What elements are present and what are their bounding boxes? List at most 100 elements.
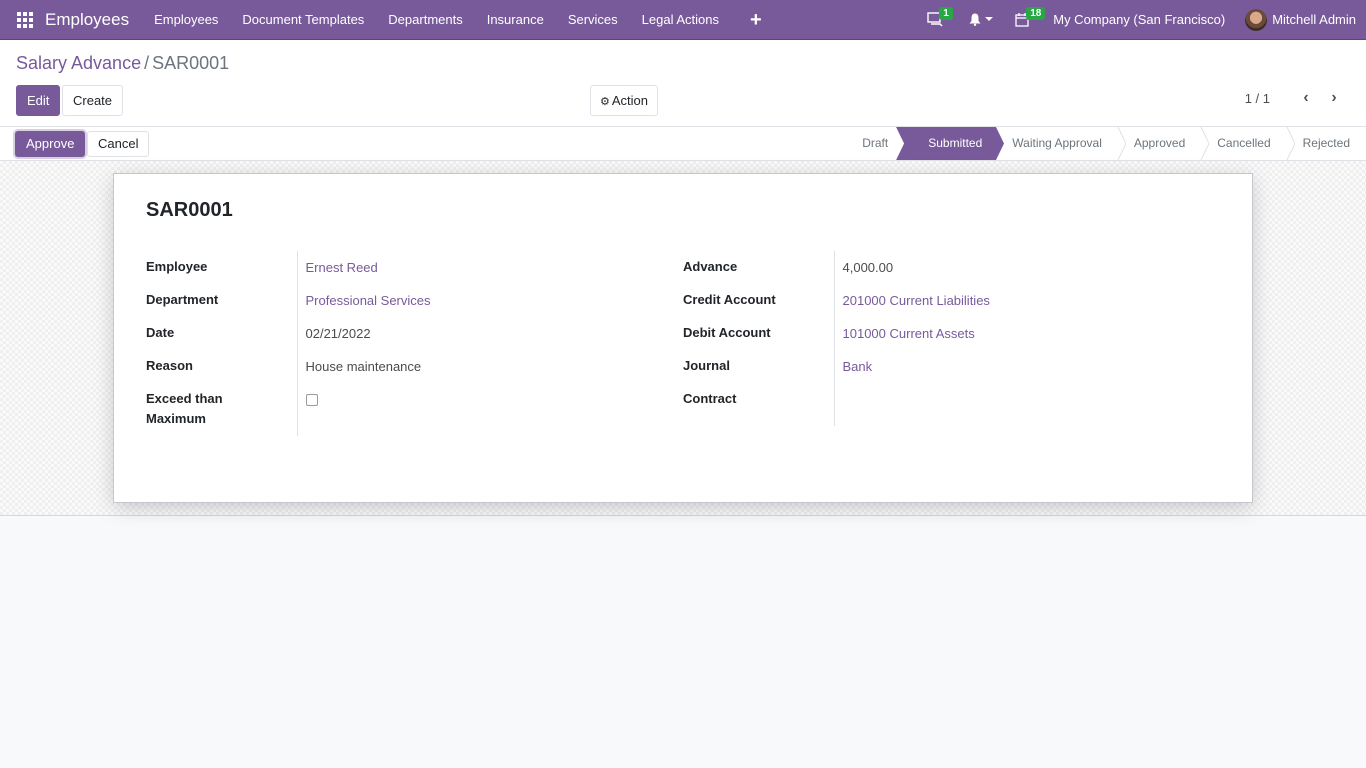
menu-services[interactable]: Services bbox=[556, 12, 630, 27]
field-value-cell bbox=[833, 383, 1194, 426]
stage-approved[interactable]: Approved bbox=[1118, 127, 1210, 160]
activities-count-badge: 18 bbox=[1026, 6, 1046, 20]
field-value-cell: 02/21/2022 bbox=[296, 317, 657, 350]
menu-document-templates[interactable]: Document Templates bbox=[230, 12, 376, 27]
field-value-date: 02/21/2022 bbox=[305, 326, 371, 341]
field-value-credit-account[interactable]: 201000 Current Liabilities bbox=[843, 293, 990, 308]
field-label: Date bbox=[146, 325, 175, 340]
field-row-credit-account: Credit Account 201000 Current Liabilities bbox=[683, 284, 1194, 317]
breadcrumb-separator: / bbox=[144, 53, 150, 73]
stage-draft[interactable]: Draft bbox=[842, 127, 913, 160]
stage-cancelled[interactable]: Cancelled bbox=[1201, 127, 1295, 160]
field-row-contract: Contract bbox=[683, 383, 1194, 426]
field-label: Journal bbox=[683, 358, 730, 373]
menu-insurance[interactable]: Insurance bbox=[475, 12, 556, 27]
field-row-exceed-than-maximum: Exceed than Maximum bbox=[146, 383, 657, 436]
field-row-department: Department Professional Services bbox=[146, 284, 657, 317]
field-value-employee[interactable]: Ernest Reed bbox=[306, 260, 378, 275]
field-row-date: Date 02/21/2022 bbox=[146, 317, 657, 350]
field-value-cell: 4,000.00 bbox=[833, 251, 1194, 284]
form-background: SAR0001 Employee Ernest Reed Department Pro… bbox=[0, 161, 1366, 516]
field-value-cell: 201000 Current Liabilities bbox=[833, 284, 1194, 317]
field-value-cell: Ernest Reed bbox=[296, 251, 657, 284]
create-button[interactable]: Create bbox=[62, 85, 124, 116]
record-title: SAR0001 bbox=[146, 199, 233, 221]
field-value-department[interactable]: Professional Services bbox=[306, 293, 431, 308]
stage-arrow-icon bbox=[1200, 127, 1210, 160]
menu-legal-actions[interactable]: Legal Actions bbox=[630, 12, 731, 27]
messages-count-badge: 1 bbox=[939, 6, 953, 20]
field-value-cell bbox=[296, 383, 657, 436]
left-field-group: Employee Ernest Reed Department Professiona… bbox=[146, 251, 666, 436]
control-panel: Salary Advance / SAR0001 Edit Create ⚙ Acti… bbox=[0, 40, 1366, 127]
breadcrumb-current: SAR0001 bbox=[152, 53, 230, 73]
bell-icon bbox=[969, 13, 981, 26]
field-value-advance: 4,000.00 bbox=[842, 260, 894, 275]
systray: 1 18 My Company (San Francisco) Mitchell… bbox=[919, 0, 1366, 40]
field-label: Reason bbox=[146, 358, 193, 373]
notifications-button[interactable] bbox=[961, 0, 1001, 40]
stage-arrow-icon bbox=[896, 127, 913, 160]
field-value-cell: Bank bbox=[833, 350, 1194, 383]
activities-button[interactable]: 18 bbox=[1007, 0, 1046, 40]
pager-value[interactable]: 1 / 1 bbox=[1245, 91, 1270, 106]
stage-label: Approved bbox=[1133, 136, 1186, 150]
field-label: Credit Account bbox=[683, 292, 776, 307]
field-value-reason: House maintenance bbox=[305, 359, 422, 374]
approve-button[interactable]: Approve bbox=[15, 131, 86, 157]
stage-label: Submitted bbox=[928, 136, 983, 150]
field-label: Employee bbox=[146, 259, 208, 274]
field-row-journal: Journal Bank bbox=[683, 350, 1194, 383]
stage-arrow-icon bbox=[988, 127, 1005, 160]
stage-arrow-icon bbox=[1117, 127, 1126, 160]
gear-icon: ⚙ bbox=[600, 96, 610, 108]
user-name: Mitchell Admin bbox=[1272, 12, 1356, 27]
company-switcher[interactable]: My Company (San Francisco) bbox=[1053, 12, 1225, 27]
stage-label: Rejected bbox=[1302, 136, 1350, 150]
statusbar: Approve Cancel Draft Submitted Waiting App… bbox=[0, 127, 1366, 161]
field-value-cell: House maintenance bbox=[296, 350, 657, 383]
breadcrumb-salary-advance[interactable]: Salary Advance bbox=[16, 53, 141, 73]
field-value-cell: 101000 Current Assets bbox=[833, 317, 1194, 350]
caret-down-icon bbox=[985, 17, 994, 21]
field-value-cell: Professional Services bbox=[296, 284, 657, 317]
field-label: Advance bbox=[683, 259, 738, 274]
field-label: Department bbox=[146, 292, 219, 307]
field-label: Debit Account bbox=[683, 325, 771, 340]
action-button[interactable]: ⚙ Action bbox=[590, 85, 659, 116]
field-value-debit-account[interactable]: 101000 Current Assets bbox=[843, 326, 975, 341]
stage-waiting-approval[interactable]: Waiting Approval bbox=[996, 127, 1126, 160]
apps-menu-icon[interactable] bbox=[17, 11, 33, 28]
field-row-advance: Advance 4,000.00 bbox=[683, 251, 1194, 284]
pager-next-icon[interactable]: › bbox=[1320, 89, 1348, 107]
field-row-employee: Employee Ernest Reed bbox=[146, 251, 657, 284]
messages-button[interactable]: 1 bbox=[919, 0, 953, 40]
stage-label: Draft bbox=[862, 136, 889, 150]
form-sheet: SAR0001 Employee Ernest Reed Department Pro… bbox=[113, 173, 1253, 503]
plus-icon[interactable]: + bbox=[731, 10, 775, 30]
menu-employees[interactable]: Employees bbox=[142, 12, 230, 27]
breadcrumb: Salary Advance / SAR0001 bbox=[16, 53, 229, 74]
cancel-button[interactable]: Cancel bbox=[87, 131, 150, 157]
menu-departments[interactable]: Departments bbox=[376, 12, 474, 27]
stage-submitted[interactable]: Submitted bbox=[904, 127, 1005, 160]
status-stages: Draft Submitted Waiting Approval Approved Ca… bbox=[842, 127, 1366, 160]
avatar bbox=[1245, 8, 1268, 31]
edit-button[interactable]: Edit bbox=[16, 85, 61, 116]
action-label: Action bbox=[611, 93, 649, 108]
app-name[interactable]: Employees bbox=[45, 10, 129, 30]
user-menu[interactable]: Mitchell Admin bbox=[1245, 8, 1356, 31]
stage-rejected[interactable]: Rejected bbox=[1287, 127, 1366, 160]
field-label: Contract bbox=[683, 391, 737, 406]
field-row-reason: Reason House maintenance bbox=[146, 350, 657, 383]
field-row-debit-account: Debit Account 101000 Current Assets bbox=[683, 317, 1194, 350]
field-value-journal[interactable]: Bank bbox=[843, 359, 873, 374]
stage-arrow-icon bbox=[1286, 127, 1295, 160]
stage-label: Waiting Approval bbox=[1012, 136, 1102, 150]
right-field-group: Advance 4,000.00 Credit Account 201000 Curr… bbox=[683, 251, 1203, 426]
top-navbar: Employees Employees Document Templates D… bbox=[0, 0, 1366, 40]
field-label: Exceed than Maximum bbox=[146, 391, 223, 426]
pager: 1 / 1 ‹ › bbox=[1245, 89, 1348, 107]
pager-previous-icon[interactable]: ‹ bbox=[1292, 89, 1320, 107]
exceed-maximum-checkbox[interactable] bbox=[305, 394, 318, 406]
